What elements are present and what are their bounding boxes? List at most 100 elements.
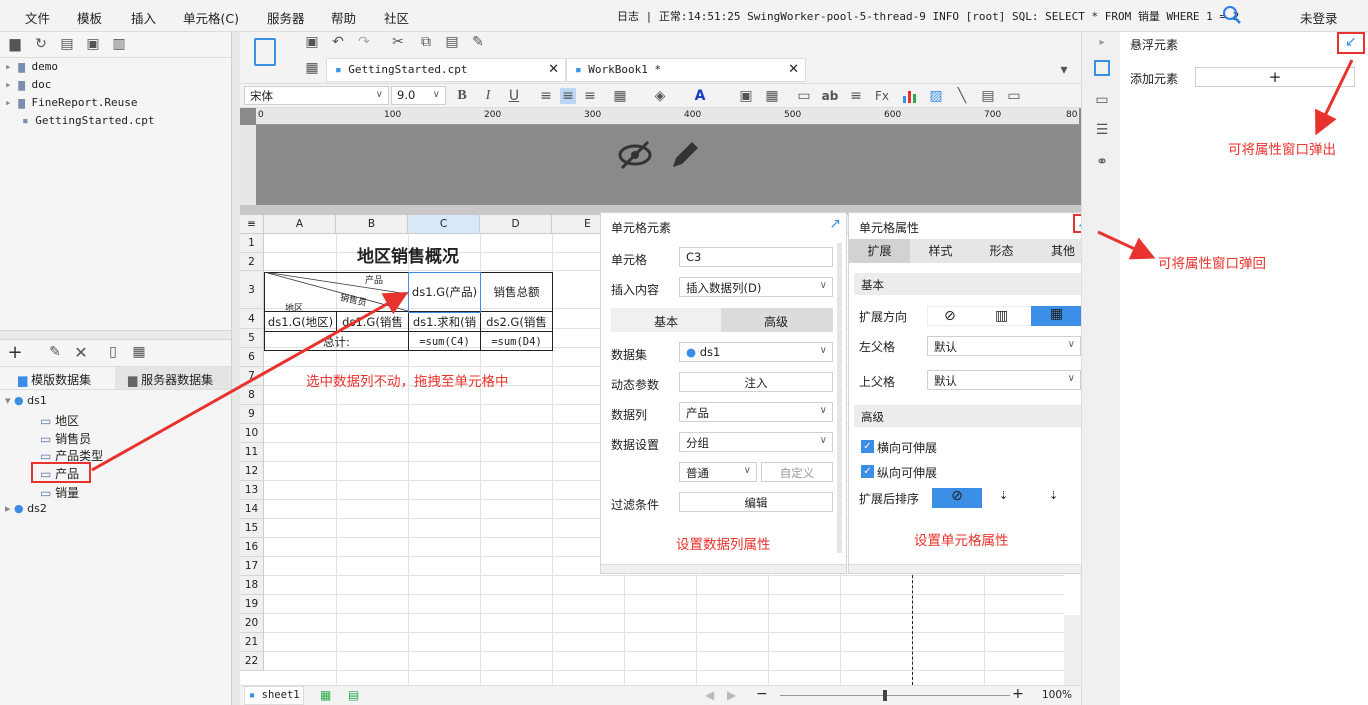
cell-b4[interactable]: ds1.G(销售 [337, 312, 408, 331]
bold-icon[interactable]: B [454, 88, 470, 104]
row-header[interactable]: 9 [240, 405, 264, 424]
sort-asc-icon[interactable]: ⇣ [999, 489, 1008, 502]
row-header[interactable]: 12 [240, 462, 264, 481]
menu-help[interactable]: 帮助 [331, 8, 356, 27]
fill-color-icon[interactable]: ◈ [652, 88, 668, 104]
splitter[interactable] [232, 32, 240, 705]
row-header[interactable]: 8 [240, 386, 264, 405]
cell-c5[interactable]: =sum(C4) [409, 332, 480, 351]
tab-shape[interactable]: 形态 [971, 239, 1032, 263]
tree-item-gettingstarted[interactable]: ▪ GettingStarted.cpt [22, 114, 154, 127]
cell-d5[interactable]: =sum(D4) [481, 332, 552, 351]
redo-icon[interactable]: ↷ [356, 34, 372, 50]
cell-attr-icon[interactable] [1094, 60, 1110, 76]
delete-icon[interactable]: ▥ [111, 36, 127, 52]
menu-file[interactable]: 文件 [25, 8, 50, 27]
search-icon[interactable] [1222, 5, 1242, 28]
tab-menu-icon[interactable]: ▾ [1056, 62, 1072, 78]
sheet-tab[interactable]: ▪ sheet1 [244, 686, 304, 705]
row-header[interactable]: 2 [240, 253, 264, 271]
close-icon[interactable]: ✕ [548, 62, 559, 77]
align-center-icon[interactable]: ≡ [560, 88, 576, 104]
tab-basic[interactable]: 基本 [654, 313, 678, 330]
add-sheet-icon[interactable]: ▦ [320, 688, 331, 702]
custom-button[interactable]: 自定义 [761, 462, 833, 482]
panel-scrollbar[interactable] [837, 243, 842, 553]
image-icon[interactable]: ▨ [928, 88, 944, 104]
hide-icon[interactable] [618, 138, 654, 175]
edit-icon[interactable]: ✎ [47, 344, 63, 360]
field-product[interactable]: ▭ 产品 [40, 465, 79, 482]
refresh-icon[interactable]: ↻ [33, 36, 49, 52]
add-element-button[interactable]: + [1195, 67, 1355, 87]
cell-a4[interactable]: ds1.G(地区) [265, 312, 336, 331]
unmerge-icon[interactable]: ▦ [764, 88, 780, 104]
expand-icon[interactable]: ▸ [1094, 34, 1110, 50]
menu-template[interactable]: 模板 [77, 8, 102, 27]
no-sort-icon[interactable]: ⊘ [932, 488, 982, 508]
text-icon[interactable]: ab [822, 88, 839, 104]
zoom-out-icon[interactable]: − [756, 686, 768, 702]
zoom-slider-handle[interactable] [883, 690, 887, 701]
tab-advanced[interactable]: 高级 [764, 313, 788, 330]
menu-cell[interactable]: 单元格(C) [183, 8, 239, 27]
italic-icon[interactable]: I [480, 88, 496, 104]
template-icon[interactable] [254, 38, 276, 66]
row-header[interactable]: 3 [240, 271, 264, 309]
font-select[interactable]: 宋体 [244, 86, 389, 105]
edit-pencil-icon[interactable] [668, 138, 702, 175]
field-salesman[interactable]: ▭ 销售员 [40, 430, 91, 447]
v-expand-checkbox[interactable]: ✓ [861, 465, 874, 478]
align-left-icon[interactable]: ≡ [538, 88, 554, 104]
tree-ds1[interactable]: ▾ ● ds1 [5, 394, 47, 407]
properties-icon[interactable]: ▤ [59, 36, 75, 52]
tree-ds2[interactable]: ▸ ● ds2 [5, 502, 47, 515]
row-header[interactable]: 6 [240, 348, 264, 367]
menu-insert[interactable]: 插入 [131, 8, 156, 27]
row-header[interactable]: 15 [240, 519, 264, 538]
row-header[interactable]: 21 [240, 633, 264, 652]
row-header[interactable]: 16 [240, 538, 264, 557]
cell-d3[interactable]: 销售总额 [481, 273, 552, 311]
row-header[interactable]: 19 [240, 595, 264, 614]
h-expand-checkbox[interactable]: ✓ [861, 440, 874, 453]
lock-icon[interactable]: ▣ [85, 36, 101, 52]
paste-icon[interactable]: ▤ [444, 34, 460, 50]
inject-button[interactable]: 注入 [679, 372, 833, 392]
tree-item-reuse[interactable]: ▸ ▆ FineReport.Reuse [5, 96, 137, 109]
zoom-slider[interactable] [780, 695, 1010, 696]
horizontal-expand-icon[interactable]: ▦ [1031, 306, 1082, 326]
more-icon[interactable]: ▭ [1006, 88, 1022, 104]
tab-expand[interactable]: 扩展 [849, 239, 910, 263]
login-link[interactable]: 未登录 [1300, 8, 1338, 27]
tab-server-dataset[interactable]: ▆ 服务器数据集 [128, 371, 213, 388]
no-expand-icon[interactable]: ⊘ [944, 308, 956, 324]
tab-file2[interactable]: ▪ WorkBook1 * ✕ [566, 58, 806, 82]
row-header[interactable]: 22 [240, 652, 264, 671]
list-icon[interactable]: ≡ [848, 88, 864, 104]
table-icon[interactable]: ▦ [131, 344, 147, 360]
menu-community[interactable]: 社区 [384, 8, 409, 27]
close-icon[interactable]: ✕ [788, 62, 799, 77]
row-header[interactable]: 7 [240, 367, 264, 386]
font-size-select[interactable]: 9.0 [391, 86, 446, 105]
slash-icon[interactable]: ╲ [954, 88, 970, 104]
save-icon[interactable]: ▣ [304, 34, 320, 50]
row-header[interactable]: 20 [240, 614, 264, 633]
condition-icon[interactable]: ☰ [1094, 122, 1110, 138]
field-region[interactable]: ▭ 地区 [40, 412, 79, 429]
setting-select[interactable]: 分组 [679, 432, 833, 452]
insert-select[interactable]: 插入数据列(D) [679, 277, 833, 297]
undo-icon[interactable]: ↶ [330, 34, 346, 50]
widget-attr-icon[interactable]: ▭ [1094, 92, 1110, 108]
row-header[interactable]: 10 [240, 424, 264, 443]
column-select[interactable]: 产品 [679, 402, 833, 422]
copy-icon[interactable]: ⧉ [418, 34, 434, 50]
row-header[interactable]: 1 [240, 234, 264, 253]
add-form-icon[interactable]: ▤ [348, 688, 359, 702]
column-header[interactable]: B [336, 215, 408, 234]
link-icon[interactable]: ⚭ [1094, 154, 1110, 170]
column-header[interactable]: C [408, 215, 480, 234]
add-dataset-icon[interactable]: + [7, 342, 23, 363]
formula-icon[interactable]: Fx [874, 88, 890, 104]
